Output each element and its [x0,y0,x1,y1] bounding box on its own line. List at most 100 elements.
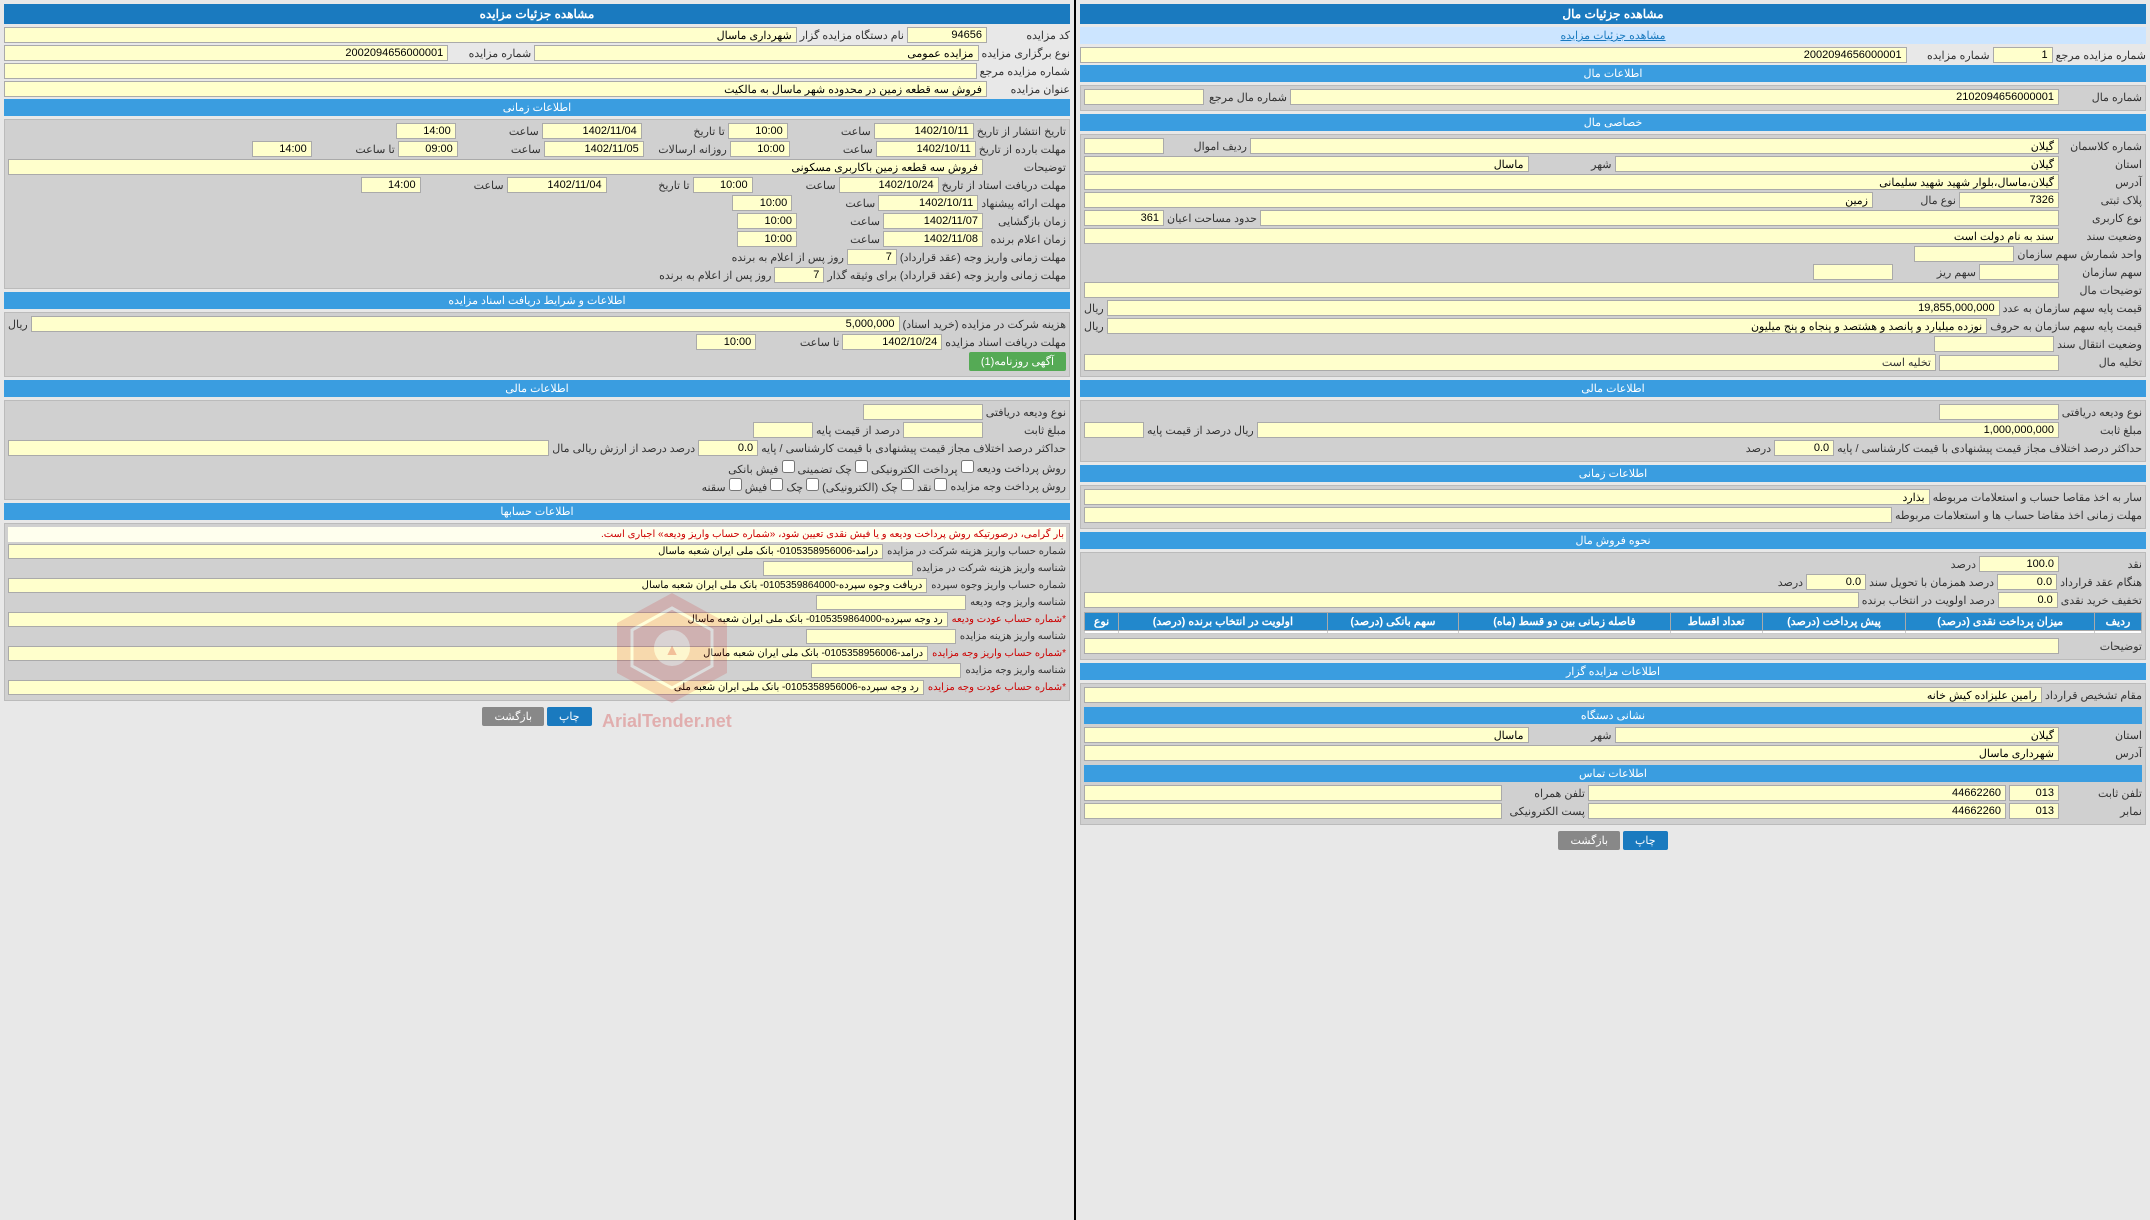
mohlat-ostad-from[interactable] [839,177,939,193]
mohlat-arae-from-time[interactable] [732,195,792,211]
address-input[interactable] [1084,174,2059,190]
bank-pay-check[interactable] [961,460,974,473]
mohlat-ostad-from-time[interactable] [693,177,753,193]
mal-marja-input[interactable] [1084,89,1204,105]
mohlat-variz-input[interactable] [847,249,897,265]
zaman-bazgoshai-date[interactable] [883,213,983,229]
mohlat-to-time[interactable] [398,141,458,157]
naghd-input[interactable] [1979,556,2059,572]
takhfif-input[interactable] [1998,592,2058,608]
left-back-btn[interactable]: بازگشت [1558,831,1620,850]
left-vadiye-input[interactable] [1939,404,2059,420]
enteshar-to-date[interactable] [542,123,642,139]
naghd-check[interactable] [934,478,947,491]
right-marja-input[interactable] [4,63,977,79]
zaman-elam-time[interactable] [737,231,797,247]
right-tender-code-input[interactable] [907,27,987,43]
pish-check[interactable] [770,478,783,491]
tender-num-value[interactable] [1080,47,1907,63]
ref-value[interactable] [1993,47,2053,63]
right-vadiye-input[interactable] [863,404,983,420]
sahm-riz-input[interactable] [1813,264,1893,280]
right-organ-input[interactable] [4,27,797,43]
ostan2-input[interactable] [1615,727,2060,743]
price-base-input[interactable] [1107,300,2000,316]
left-print-btn[interactable]: چاپ [1623,831,1668,850]
saghne-check[interactable] [729,478,742,491]
mohlat-ostad-to[interactable] [507,177,607,193]
mohlat-asnad-from[interactable] [842,334,942,350]
right-hadalaksar-input[interactable] [698,440,758,456]
hazine-input[interactable] [31,316,900,332]
agahi-btn[interactable]: آگهی روزنامه(1) [969,352,1066,371]
tozih2-input[interactable] [1084,638,2059,654]
naghd-sanad-input[interactable] [1806,574,1866,590]
mal-type-input[interactable] [1084,192,1873,208]
shenas3-input[interactable] [806,629,956,644]
maqam-input[interactable] [1084,687,2042,703]
plak-input[interactable] [1959,192,2059,208]
left-hadalaksar-input[interactable] [1774,440,1834,456]
electronic-check-check[interactable] [901,478,914,491]
takhliye-input[interactable] [1939,355,2059,371]
classman-input[interactable] [1250,138,2059,154]
right-mablagh-input[interactable] [903,422,983,438]
left-mablagh-input[interactable] [1257,422,2059,438]
fax-code-input[interactable] [2009,803,2059,819]
left-hesab-input[interactable] [1084,489,1930,505]
zaman-bazgoshai-time[interactable] [737,213,797,229]
left-mohlat-input[interactable] [1084,507,1892,523]
sahm-input[interactable] [1979,264,2059,280]
shenas1-input[interactable] [763,561,913,576]
mohlat-from-date[interactable] [876,141,976,157]
mohlat-to-time2[interactable] [252,141,312,157]
shahr2-input[interactable] [1084,727,1529,743]
email-input[interactable] [1084,803,1502,819]
shenas4-input[interactable] [811,663,961,678]
mohlat-to-date[interactable] [544,141,644,157]
left-darsad-input[interactable] [1084,422,1144,438]
tozih-r-input[interactable] [8,159,983,175]
mobile-input[interactable] [1084,785,1502,801]
right-type-input[interactable] [534,45,978,61]
mal-num-input[interactable] [1290,89,2059,105]
zaman-elam-date[interactable] [883,231,983,247]
right-onvan-input[interactable] [4,81,987,97]
fax-value-input[interactable] [1588,803,2006,819]
mohlat-asnad-from-time[interactable] [696,334,756,350]
mohlat-arae-from[interactable] [878,195,978,211]
shenas2-input[interactable] [816,595,966,610]
hesab1-input[interactable] [8,544,883,559]
user-type-input[interactable] [1260,210,2059,226]
amval-input[interactable] [1084,138,1164,154]
vasiat-sanad-input[interactable] [1934,336,2054,352]
right-darsad-arzesh-input[interactable] [8,440,549,456]
right-darsad-input[interactable] [753,422,813,438]
check-tazminat-check[interactable] [855,460,868,473]
pish-bank-check[interactable] [782,460,795,473]
right-tender-num-input[interactable] [4,45,448,61]
ostan-input[interactable] [1615,156,2060,172]
shahr-input[interactable] [1084,156,1529,172]
sazman-input[interactable] [1914,246,2014,262]
hesab4-input[interactable] [8,646,928,661]
hesab2-input[interactable] [8,578,927,593]
price-haroof-input[interactable] [1107,318,1988,334]
check-check[interactable] [806,478,819,491]
enteshar-from-date[interactable] [874,123,974,139]
tel-code-input[interactable] [2009,785,2059,801]
left-link-header[interactable]: مشاهده جزئیات مزایده [1080,27,2146,44]
right-print-btn[interactable]: چاپ [547,707,592,726]
right-back-btn[interactable]: بازگشت [482,707,544,726]
tozih-input[interactable] [1084,282,2059,298]
masahat-input[interactable] [1084,210,1164,226]
naghd-aqd-input[interactable] [1997,574,2057,590]
hesab5-input[interactable] [8,680,924,695]
enteshar-from-time[interactable] [728,123,788,139]
vasiat-input[interactable] [1084,228,2059,244]
mohlat-variz2-input[interactable] [774,267,824,283]
address2-input[interactable] [1084,745,2059,761]
hesab3-input[interactable] [8,612,948,627]
aoliat-input[interactable] [1084,592,1859,608]
tel-value-input[interactable] [1588,785,2006,801]
